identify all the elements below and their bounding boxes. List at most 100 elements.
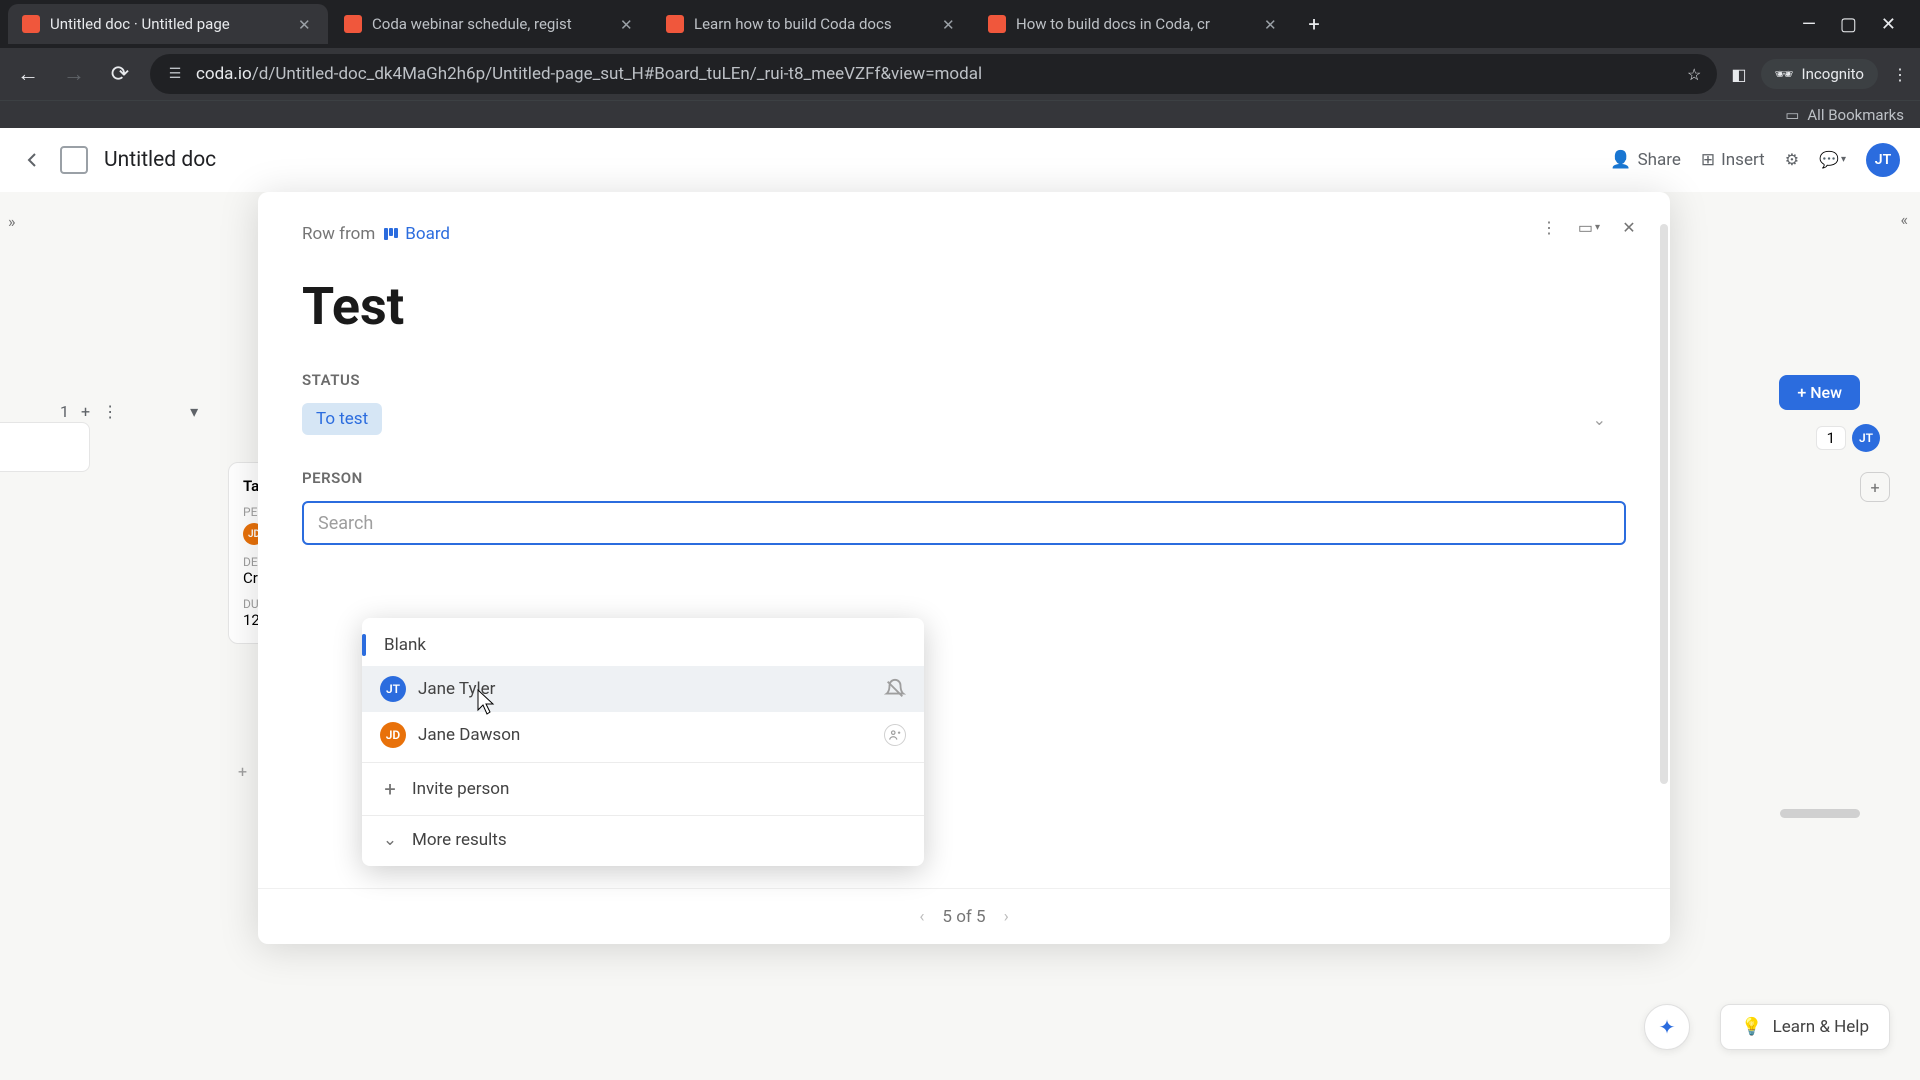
right-panel-toggle[interactable]: « bbox=[1900, 210, 1908, 229]
status-field[interactable]: To test ⌄ bbox=[302, 403, 1626, 435]
new-button[interactable]: + New bbox=[1779, 375, 1860, 410]
coda-app: Untitled doc 👤 Share ⊞ Insert ⚙ 💬▾ JT » … bbox=[0, 128, 1920, 1080]
pager-text: 5 of 5 bbox=[942, 907, 985, 927]
dropdown-blank-option[interactable]: Blank bbox=[362, 624, 924, 666]
site-settings-icon[interactable]: ☰ bbox=[166, 65, 184, 83]
close-icon[interactable]: ✕ bbox=[620, 16, 636, 32]
coda-favicon bbox=[666, 15, 684, 33]
browser-tab-3[interactable]: How to build docs in Coda, cr ✕ bbox=[974, 4, 1294, 44]
gear-icon[interactable]: ⚙ bbox=[1785, 150, 1799, 169]
left-panel-toggle[interactable]: » bbox=[8, 212, 16, 231]
person-label: PERSON bbox=[302, 469, 1626, 487]
layout-toggle[interactable]: ▭ ▾ bbox=[1576, 214, 1602, 240]
insert-button[interactable]: ⊞ Insert bbox=[1701, 150, 1765, 170]
divider bbox=[362, 815, 924, 816]
browser-tab-2[interactable]: Learn how to build Coda docs ✕ bbox=[652, 4, 972, 44]
folder-icon: ▭ bbox=[1785, 106, 1799, 124]
ai-assist-button[interactable]: ✦ bbox=[1644, 1004, 1690, 1050]
avatar-icon: JT bbox=[380, 676, 406, 702]
extensions-icon[interactable]: ◧ bbox=[1731, 65, 1746, 84]
close-icon[interactable]: ✕ bbox=[1616, 214, 1642, 240]
close-icon[interactable]: ✕ bbox=[942, 16, 958, 32]
add-column-button[interactable]: + bbox=[1860, 472, 1890, 502]
chevron-down-icon: ▾ bbox=[1595, 222, 1600, 233]
blank-label: Blank bbox=[384, 635, 426, 655]
maximize-icon[interactable]: ▢ bbox=[1840, 14, 1857, 35]
card-text: o design bbox=[0, 437, 75, 457]
reload-button[interactable]: ⟳ bbox=[104, 58, 136, 90]
share-button[interactable]: 👤 Share bbox=[1610, 150, 1681, 170]
browser-tab-1[interactable]: Coda webinar schedule, regist ✕ bbox=[330, 4, 650, 44]
user-avatar[interactable]: JT bbox=[1866, 143, 1900, 177]
add-person-icon[interactable] bbox=[884, 724, 906, 746]
divider bbox=[362, 762, 924, 763]
coda-favicon bbox=[344, 15, 362, 33]
board-icon bbox=[383, 226, 399, 242]
add-card-button[interactable]: + bbox=[238, 762, 247, 781]
minimize-icon[interactable]: — bbox=[1802, 14, 1816, 35]
new-tab-button[interactable]: + bbox=[1296, 6, 1332, 42]
incognito-badge[interactable]: 🕶 Incognito bbox=[1761, 59, 1879, 89]
doc-icon bbox=[60, 146, 88, 174]
dropdown-person-1[interactable]: JD Jane Dawson bbox=[362, 712, 924, 758]
status-label: STATUS bbox=[302, 371, 1626, 389]
breadcrumb: Row from Board bbox=[302, 224, 1626, 244]
layout-icon: ▭ bbox=[1578, 218, 1593, 237]
person-icon: 👤 bbox=[1610, 150, 1631, 170]
insert-label: Insert bbox=[1721, 150, 1765, 170]
row-title[interactable]: Test bbox=[302, 276, 1626, 337]
close-window-icon[interactable]: ✕ bbox=[1881, 14, 1896, 35]
grid-icon: ⊞ bbox=[1701, 150, 1715, 170]
dropdown-person-0[interactable]: JT Jane Tyler bbox=[362, 666, 924, 712]
back-button[interactable]: ← bbox=[12, 58, 44, 90]
kebab-icon[interactable]: ⋮ bbox=[102, 402, 118, 421]
plus-icon: + bbox=[380, 777, 400, 801]
board-card-left[interactable]: o design bbox=[0, 422, 90, 472]
forward-button[interactable]: → bbox=[58, 58, 90, 90]
browser-chrome: Untitled doc · Untitled page ✕ Coda webi… bbox=[0, 0, 1920, 128]
close-icon[interactable]: ✕ bbox=[298, 16, 314, 32]
lightbulb-icon: 💡 bbox=[1741, 1017, 1762, 1037]
tab-title: Coda webinar schedule, regist bbox=[372, 15, 610, 33]
prev-row-button[interactable]: ‹ bbox=[919, 907, 924, 927]
learn-help-label: Learn & Help bbox=[1773, 1017, 1869, 1037]
horizontal-scrollbar[interactable] bbox=[1780, 809, 1860, 818]
chevron-down-icon[interactable]: ▾ bbox=[190, 402, 198, 421]
bookmarks-bar: ▭ All Bookmarks bbox=[0, 100, 1920, 128]
person-search-input[interactable] bbox=[302, 501, 1626, 545]
tab-title: How to build docs in Coda, cr bbox=[1016, 15, 1254, 33]
coda-favicon bbox=[22, 15, 40, 33]
address-bar: ← → ⟳ ☰ coda.io/d/Untitled-doc_dk4MaGh2h… bbox=[0, 48, 1920, 100]
all-bookmarks-link[interactable]: All Bookmarks bbox=[1807, 106, 1904, 124]
doc-back-button[interactable] bbox=[20, 148, 44, 172]
learn-help-button[interactable]: 💡 Learn & Help bbox=[1720, 1004, 1890, 1050]
column-summary: 1 JT bbox=[1816, 424, 1880, 452]
chevron-down-icon: ⌄ bbox=[1593, 410, 1606, 429]
dropdown-more-results[interactable]: ⌄ More results bbox=[362, 820, 924, 860]
browser-tab-0[interactable]: Untitled doc · Untitled page ✕ bbox=[8, 4, 328, 44]
add-icon[interactable]: + bbox=[81, 402, 90, 421]
doc-title[interactable]: Untitled doc bbox=[104, 148, 216, 172]
app-header: Untitled doc 👤 Share ⊞ Insert ⚙ 💬▾ JT bbox=[0, 128, 1920, 192]
breadcrumb-board-link[interactable]: Board bbox=[383, 224, 450, 244]
bell-off-icon[interactable] bbox=[884, 678, 906, 700]
dropdown-invite-person[interactable]: + Invite person bbox=[362, 767, 924, 811]
tab-title: Untitled doc · Untitled page bbox=[50, 15, 288, 33]
status-pill: To test bbox=[302, 403, 382, 435]
comment-icon[interactable]: 💬▾ bbox=[1819, 150, 1846, 169]
next-row-button[interactable]: › bbox=[1004, 907, 1009, 927]
window-controls: — ▢ ✕ bbox=[1786, 14, 1912, 35]
kebab-icon[interactable]: ⋮ bbox=[1536, 214, 1562, 240]
person-name: Jane Dawson bbox=[418, 725, 520, 745]
menu-icon[interactable]: ⋮ bbox=[1892, 65, 1908, 84]
invite-label: Invite person bbox=[412, 779, 509, 799]
chevron-down-icon: ⌄ bbox=[380, 830, 400, 850]
count-badge: 1 bbox=[1816, 426, 1846, 450]
avatar: JT bbox=[1852, 424, 1880, 452]
url-field[interactable]: ☰ coda.io/d/Untitled-doc_dk4MaGh2h6p/Unt… bbox=[150, 54, 1717, 94]
star-icon[interactable]: ☆ bbox=[1687, 65, 1701, 84]
modal-scrollbar[interactable] bbox=[1660, 224, 1668, 784]
modal-footer: ‹ 5 of 5 › bbox=[258, 888, 1670, 944]
person-name: Jane Tyler bbox=[418, 679, 495, 699]
close-icon[interactable]: ✕ bbox=[1264, 16, 1280, 32]
